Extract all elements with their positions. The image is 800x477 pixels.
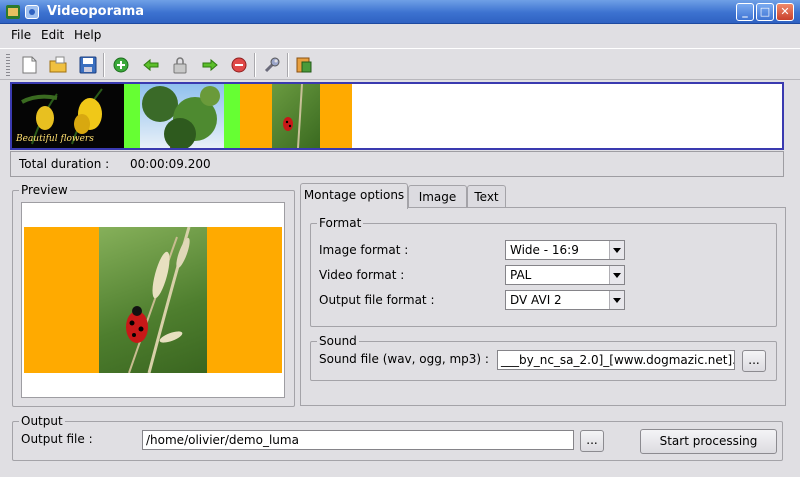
image-format-value: Wide - 16:9 (510, 243, 579, 257)
minimize-button[interactable]: _ (736, 3, 754, 21)
tab-montage-options[interactable]: Montage options (300, 183, 408, 209)
timeline-thumbnail[interactable] (240, 84, 352, 148)
timeline-strip[interactable]: Beautiful flowers (10, 82, 784, 150)
image-format-select[interactable]: Wide - 16:9 (505, 240, 625, 260)
output-file-label: Output file : (21, 432, 93, 446)
duration-label: Total duration : (19, 157, 110, 171)
toolbar-separator (103, 53, 105, 77)
preview-image (24, 227, 282, 373)
video-format-select[interactable]: PAL (505, 265, 625, 285)
duration-value: 00:00:09.200 (130, 157, 211, 171)
settings-wrench-icon[interactable] (261, 54, 283, 76)
menu-help[interactable]: Help (74, 28, 101, 42)
output-group-title: Output (19, 414, 65, 428)
app-icon[interactable] (5, 4, 21, 20)
chevron-down-icon (609, 291, 624, 309)
sound-group-title: Sound (317, 334, 359, 348)
open-icon[interactable] (47, 54, 69, 76)
preview-canvas (21, 202, 285, 398)
toolbar-separator (254, 53, 256, 77)
output-format-select[interactable]: DV AVI 2 (505, 290, 625, 310)
output-format-value: DV AVI 2 (510, 293, 562, 307)
thumbnail-caption: Beautiful flowers (16, 134, 94, 144)
chevron-down-icon (609, 241, 624, 259)
remove-icon[interactable] (228, 54, 250, 76)
output-file-input[interactable]: /home/olivier/demo_luma (142, 430, 574, 450)
lock-icon[interactable] (169, 54, 191, 76)
timeline-thumbnail[interactable] (124, 84, 240, 148)
menu-edit[interactable]: Edit (41, 28, 64, 42)
sound-browse-button[interactable]: ... (742, 350, 766, 372)
tab-image[interactable]: Image (408, 185, 467, 209)
tab-text[interactable]: Text (467, 185, 506, 209)
toolbar-grip[interactable] (6, 54, 10, 76)
window-title: Videoporama (47, 4, 145, 19)
preview-group-title: Preview (19, 183, 70, 197)
new-icon[interactable] (18, 54, 40, 76)
output-browse-button[interactable]: ... (580, 430, 604, 452)
sound-file-label: Sound file (wav, ogg, mp3) : (319, 352, 489, 366)
close-button[interactable]: ✕ (776, 3, 794, 21)
menu-bar: File Edit Help (0, 24, 800, 46)
toolbar (0, 48, 800, 80)
start-processing-button[interactable]: Start processing (640, 429, 777, 454)
video-format-value: PAL (510, 268, 532, 282)
chevron-down-icon (609, 266, 624, 284)
add-icon[interactable] (110, 54, 132, 76)
format-group-title: Format (317, 216, 364, 230)
video-format-label: Video format : (319, 268, 405, 282)
save-icon[interactable] (77, 54, 99, 76)
duration-bar: Total duration : 00:00:09.200 (10, 151, 784, 177)
export-icon[interactable] (293, 54, 315, 76)
menu-file[interactable]: File (11, 28, 31, 42)
maximize-button[interactable]: □ (756, 3, 774, 21)
sound-file-input[interactable]: ___by_nc_sa_2.0]_[www.dogmazic.net].ogg (497, 350, 735, 370)
output-format-label: Output file format : (319, 293, 435, 307)
timeline-thumbnail[interactable]: Beautiful flowers (12, 84, 124, 148)
toolbar-separator (287, 53, 289, 77)
pin-icon[interactable] (25, 5, 39, 19)
title-bar: Videoporama _ □ ✕ (0, 0, 800, 24)
move-left-icon[interactable] (140, 54, 162, 76)
image-format-label: Image format : (319, 243, 409, 257)
move-right-icon[interactable] (199, 54, 221, 76)
